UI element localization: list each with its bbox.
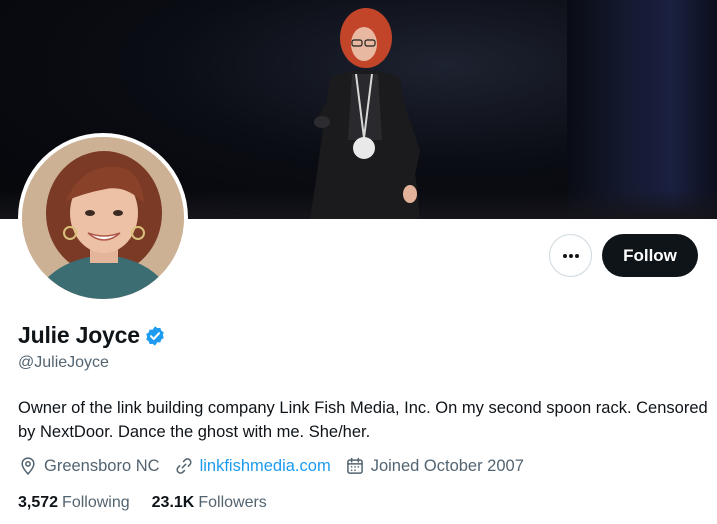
link-icon <box>176 458 192 474</box>
profile-website[interactable]: linkfishmedia.com <box>174 456 331 476</box>
location-pin-icon <box>21 457 35 475</box>
location-text: Greensboro NC <box>44 456 160 475</box>
follow-button-label: Follow <box>623 245 677 265</box>
avatar-photo <box>22 137 184 299</box>
followers-count: 23.1K <box>151 494 195 511</box>
profile-bio: Owner of the link building company Link … <box>18 399 708 441</box>
verified-badge-icon[interactable] <box>144 325 166 347</box>
more-options-button[interactable] <box>549 234 592 277</box>
profile-name-row: Julie Joyce <box>18 322 166 349</box>
profile-joined: Joined October 2007 <box>345 456 524 476</box>
profile-location: Greensboro NC <box>18 456 160 476</box>
followers-stat[interactable]: 23.1K Followers <box>152 494 267 512</box>
joined-text: Joined October 2007 <box>370 456 524 475</box>
followers-label: Followers <box>198 494 267 511</box>
profile-avatar[interactable] <box>18 133 188 303</box>
profile-name: Julie Joyce <box>18 322 140 348</box>
follow-button[interactable]: Follow <box>602 234 698 277</box>
more-horizontal-icon <box>562 253 579 258</box>
profile-handle: @JulieJoyce <box>18 354 109 371</box>
profile-meta-row: Greensboro NC linkfishmedia.com Joined O… <box>18 456 538 476</box>
website-link[interactable]: linkfishmedia.com <box>200 457 331 476</box>
profile-stats-row: 3,572 Following 23.1K Followers <box>18 494 289 512</box>
calendar-icon <box>346 457 363 474</box>
following-stat[interactable]: 3,572 Following <box>18 494 130 512</box>
following-count: 3,572 <box>18 494 59 511</box>
following-label: Following <box>62 494 130 511</box>
